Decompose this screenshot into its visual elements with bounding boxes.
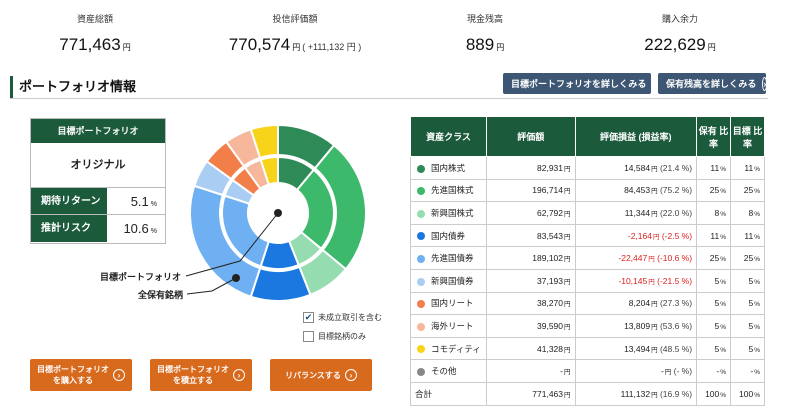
- asset-color-dot: [417, 367, 425, 376]
- buy-target-portfolio-button[interactable]: 目標ポートフォリオ を購入する ›: [30, 359, 132, 391]
- table-total-row: 合計 771,463円 111,132円 (16.9 %) 100% 100%: [410, 381, 765, 406]
- buying-power-value: 222,629: [644, 35, 706, 54]
- cash-value: 889: [465, 35, 495, 54]
- table-header-row: 資産クラス 評価額 評価損益 (損益率) 保有 比率 目標 比率: [410, 116, 765, 157]
- section-divider: [10, 98, 768, 99]
- asset-color-dot: [417, 209, 425, 218]
- chevron-right-icon: ›: [233, 369, 245, 381]
- view-holdings-button[interactable]: 保有残高を詳しくみる ›: [658, 73, 768, 94]
- asset-class-table: 資産クラス 評価額 評価損益 (損益率) 保有 比率 目標 比率 国内株式 82,…: [410, 116, 765, 406]
- estimated-risk-value: 10.6: [123, 221, 149, 236]
- allocation-donut-chart: [189, 123, 367, 302]
- asset-color-dot: [417, 277, 425, 286]
- fund-value: 770,574: [228, 35, 291, 54]
- summary-buying-power: 購入余力 222,629 円: [644, 14, 716, 54]
- table-row: 先進国債券 189,102円 -22,447円 (-10.6 %) 25% 25%: [410, 246, 765, 270]
- table-row: コモディティ 41,328円 13,494円 (48.5 %) 5% 5%: [410, 336, 765, 361]
- expected-return-row: 期待リターン 5.1%: [31, 188, 165, 215]
- chevron-right-icon: ›: [762, 76, 768, 91]
- asset-color-dot: [417, 345, 425, 354]
- expected-return-value: 5.1: [130, 194, 149, 209]
- target-portfolio-header: 目標ポートフォリオ: [31, 119, 165, 143]
- save-target-portfolio-button[interactable]: 目標ポートフォリオ を積立する ›: [150, 359, 252, 391]
- summary-fund-value: 投信評価額 770,574 円( +111,132 円 ): [228, 14, 362, 54]
- account-summary: 資産総額 771,463 円 投信評価額 770,574 円( +111,132 円…: [0, 0, 800, 70]
- table-row: 先進国株式 196,714円 84,453円 (75.2 %) 25% 25%: [410, 178, 765, 203]
- target-portfolio-name: オリジナル: [31, 143, 165, 188]
- table-row: 海外リート 39,590円 13,809円 (53.6 %) 5% 5%: [410, 314, 765, 338]
- table-row: 国内債券 83,543円 -2,164円 (-2.5 %) 11% 11%: [410, 223, 765, 248]
- outer-ring-marker: [232, 274, 240, 282]
- asset-color-dot: [417, 300, 425, 309]
- table-row: 新興国債券 37,193円 -10,145円 (-21.5 %) 5% 5%: [410, 268, 765, 293]
- summary-cash: 現金残高 889 円: [465, 14, 505, 54]
- asset-color-dot: [417, 322, 425, 331]
- section-title: ポートフォリオ情報: [10, 76, 136, 98]
- chevron-right-icon: ›: [113, 369, 125, 381]
- view-target-portfolio-button[interactable]: 目標ポートフォリオを詳しくみる ›: [503, 73, 658, 94]
- inner-ring-marker: [274, 209, 282, 217]
- target-only-checkbox[interactable]: 目標銘柄のみ: [303, 331, 366, 342]
- chevron-right-icon: ›: [344, 369, 357, 381]
- table-row: 国内リート 38,270円 8,204円 (27.3 %) 5% 5%: [410, 291, 765, 316]
- table-row: 国内株式 82,931円 14,584円 (21.4 %) 11% 11%: [410, 156, 765, 180]
- estimated-risk-row: 推計リスク 10.6%: [31, 215, 165, 242]
- outer-ring-label: 全保有銘柄: [138, 290, 184, 300]
- table-row: その他 -円 -円 (- %) -% -%: [410, 359, 765, 383]
- inner-ring-label: 目標ポートフォリオ: [100, 272, 182, 282]
- summary-total-assets: 資産総額 771,463 円: [59, 14, 131, 54]
- total-assets-value: 771,463: [59, 35, 121, 54]
- asset-color-dot: [417, 164, 425, 173]
- target-portfolio-box: 目標ポートフォリオ オリジナル 期待リターン 5.1% 推計リスク 10.6%: [30, 118, 166, 244]
- rebalance-button[interactable]: リバランスする ›: [270, 359, 372, 391]
- asset-color-dot: [417, 254, 425, 263]
- fund-value-change: ( +111,132 円 ): [302, 42, 362, 52]
- checkmark-icon: ✔: [303, 312, 314, 323]
- include-unsettled-checkbox[interactable]: ✔ 未成立取引を含む: [303, 312, 382, 323]
- chevron-right-icon: ›: [652, 76, 658, 91]
- table-row: 新興国株式 62,792円 11,344円 (22.0 %) 8% 8%: [410, 201, 765, 225]
- asset-color-dot: [417, 187, 425, 196]
- asset-color-dot: [417, 232, 425, 241]
